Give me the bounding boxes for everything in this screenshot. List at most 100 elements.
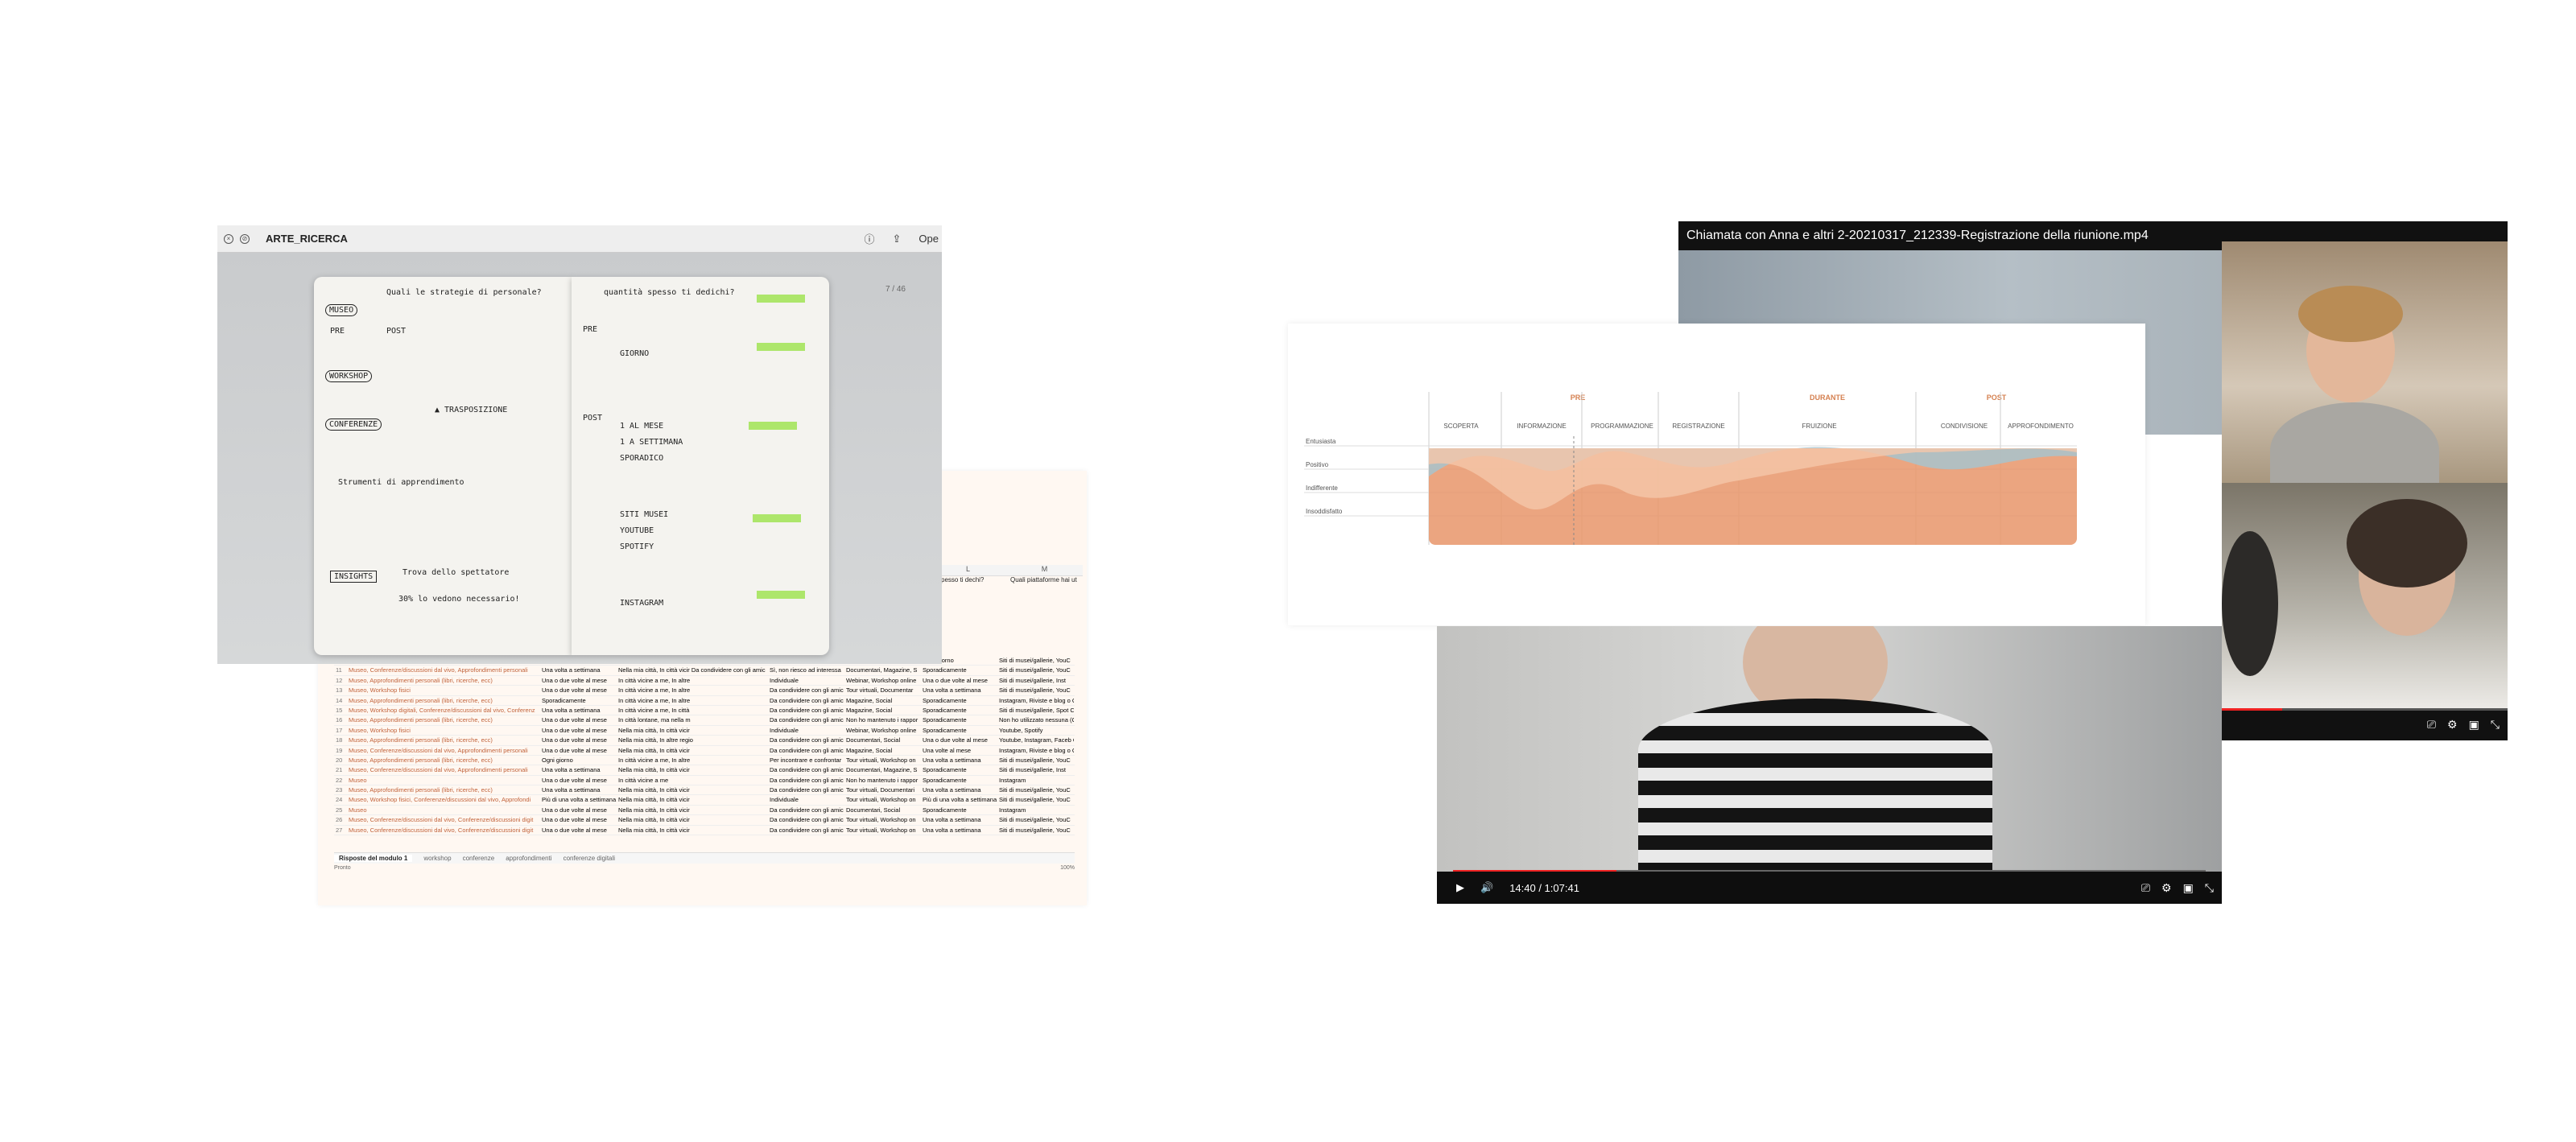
table-cell[interactable]: 19 — [334, 746, 347, 755]
table-cell[interactable]: Museo, Conferenze/discussioni dal vivo, … — [347, 746, 540, 755]
table-cell[interactable]: Tour virtuali, Workshop on — [844, 826, 921, 835]
table-cell[interactable]: Museo, Approfondimenti personali (libri,… — [347, 756, 540, 765]
table-cell[interactable]: Una volta a settimana — [540, 666, 617, 674]
info-icon[interactable]: ⓘ — [865, 231, 875, 246]
table-cell[interactable]: Instagram, Riviste e blog o C — [997, 746, 1074, 755]
subtitles-icon[interactable]: ⎚ — [2141, 881, 2150, 895]
table-cell[interactable]: In città vicine a me, In città — [617, 706, 768, 715]
table-cell[interactable]: Museo, Workshop digitali, Conferenze/dis… — [347, 706, 540, 715]
table-cell[interactable]: Magazine, Social — [844, 746, 921, 755]
table-cell[interactable]: In città vicine a me, In altre — [617, 696, 768, 705]
table-cell[interactable]: Ogni giorno — [540, 756, 617, 765]
table-cell[interactable]: Da condividere con gli amic — [768, 715, 844, 724]
sheet-tab[interactable]: conferenze digitali — [564, 855, 615, 862]
table-cell[interactable]: Webinar, Workshop online — [844, 726, 921, 735]
table-cell[interactable]: Una o due volte al mese — [540, 826, 617, 835]
table-cell[interactable]: Sporadicamente — [921, 706, 997, 715]
table-cell[interactable]: Siti di musei/gallerie, YouC — [997, 795, 1074, 804]
column-header-m[interactable]: M — [1006, 565, 1083, 576]
sheet-tab[interactable]: conferenze — [463, 855, 495, 862]
table-cell[interactable]: Nella mia città, In città vicir — [617, 826, 768, 835]
table-cell[interactable]: Sporadicamente — [921, 666, 997, 674]
miniplayer-icon[interactable]: ▣ — [2183, 881, 2194, 895]
table-cell[interactable]: Da condividere con gli amic — [768, 785, 844, 794]
table-cell[interactable]: Da condividere con gli amic — [768, 746, 844, 755]
sheet-tab[interactable]: approfondimenti — [506, 855, 551, 862]
table-cell[interactable]: Siti di musei/gallerie, YouC — [997, 815, 1074, 824]
table-row[interactable]: 27 Museo, Conferenze/discussioni dal vivo… — [334, 826, 1075, 836]
settings-icon[interactable]: ⚙ — [2447, 718, 2458, 732]
table-row[interactable]: 11 Museo, Conferenze/discussioni dal vivo… — [334, 666, 1075, 676]
table-cell[interactable]: Una o due volte al mese — [540, 676, 617, 685]
sheet-tab[interactable]: workshop — [423, 855, 451, 862]
table-cell[interactable]: Da condividere con gli amic — [768, 686, 844, 695]
miniplayer-icon[interactable]: ▣ — [2469, 718, 2479, 732]
table-cell[interactable]: Una o due volte al mese — [540, 736, 617, 744]
table-cell[interactable]: 11 — [334, 666, 347, 674]
table-cell[interactable]: Nella mia città, In città vicir — [617, 765, 768, 774]
table-cell[interactable]: Una volta a settimana — [921, 756, 997, 765]
table-cell[interactable]: Webinar, Workshop online — [844, 676, 921, 685]
table-row[interactable]: 12 Museo, Approfondimenti personali (libr… — [334, 676, 1075, 686]
table-cell[interactable]: Museo, Approfondimenti personali (libri,… — [347, 715, 540, 724]
table-cell[interactable]: Una volta a settimana — [921, 785, 997, 794]
video-progress-right[interactable] — [2222, 708, 2508, 711]
table-cell[interactable]: Documentari, Magazine, S — [844, 666, 921, 674]
table-cell[interactable]: Youtube, Instagram, Faceb C — [997, 736, 1074, 744]
table-cell[interactable]: 13 — [334, 686, 347, 695]
table-cell[interactable]: 15 — [334, 706, 347, 715]
table-cell[interactable]: Tour virtuali, Documentar — [844, 686, 921, 695]
table-cell[interactable]: Sporadicamente — [921, 726, 997, 735]
sheet-tab[interactable]: Risposte del modulo 1 — [334, 855, 413, 862]
table-cell[interactable]: Museo, Conferenze/discussioni dal vivo, … — [347, 666, 540, 674]
table-cell[interactable]: Una volta a settimana — [540, 765, 617, 774]
table-cell[interactable]: Sporadicamente — [921, 765, 997, 774]
table-cell[interactable]: Più di una volta a settimana — [540, 795, 617, 804]
table-cell[interactable]: 18 — [334, 736, 347, 744]
table-cell[interactable]: Siti di musei/gallerie, YouC — [997, 686, 1074, 695]
table-cell[interactable]: Nella mia città, In città vicir — [617, 806, 768, 814]
table-cell[interactable]: Siti di musei/gallerie, YouC — [997, 826, 1074, 835]
table-cell[interactable]: Siti di musei/gallerie, YouC — [997, 666, 1074, 674]
table-cell[interactable]: Documentari, Social — [844, 806, 921, 814]
table-cell[interactable]: Da condividere con gli amic — [768, 776, 844, 785]
table-cell[interactable]: In città vicine a me, In altre — [617, 756, 768, 765]
table-cell[interactable]: 27 — [334, 826, 347, 835]
table-cell[interactable]: Documentari, Magazine, S — [844, 765, 921, 774]
table-cell[interactable]: Tour virtuali, Workshop on — [844, 756, 921, 765]
table-cell[interactable]: Da condividere con gli amic — [768, 736, 844, 744]
header-cell-platforms[interactable]: Quali piattaforme hai ut — [1010, 576, 1079, 587]
table-cell[interactable]: Siti di musei/gallerie, Spot C — [997, 706, 1074, 715]
share-icon[interactable]: ⇪ — [893, 233, 902, 245]
table-cell[interactable]: Nella mia città, In città vicir — [617, 746, 768, 755]
table-cell[interactable]: 25 — [334, 806, 347, 814]
table-cell[interactable]: Youtube, Spotify — [997, 726, 1074, 735]
table-cell[interactable]: 21 — [334, 765, 347, 774]
block-icon[interactable]: ⊘ — [240, 233, 250, 244]
table-row[interactable]: 16 Museo, Approfondimenti personali (libr… — [334, 715, 1075, 726]
table-row[interactable]: 25 Museo Una o due volte al mese Nella mia … — [334, 806, 1075, 816]
table-cell[interactable]: Una volta a settimana — [921, 826, 997, 835]
table-cell[interactable]: Una volta a settimana — [540, 785, 617, 794]
table-row[interactable]: 14 Museo, Approfondimenti personali (libr… — [334, 696, 1075, 706]
close-icon[interactable]: × — [224, 233, 233, 244]
table-cell[interactable]: Una o due volte al mese — [540, 806, 617, 814]
table-cell[interactable]: Nella mia città, In città vicir — [617, 795, 768, 804]
table-cell[interactable]: Nella mia città, In città vicir — [617, 815, 768, 824]
table-cell[interactable]: Una o due volte al mese — [540, 776, 617, 785]
table-cell[interactable]: Una o due volte al mese — [540, 815, 617, 824]
table-cell[interactable]: Sì, non riesco ad interessa — [768, 666, 844, 674]
table-cell[interactable]: Sporadicamente — [921, 806, 997, 814]
settings-icon[interactable]: ⚙ — [2161, 881, 2172, 895]
table-cell[interactable]: Da condividere con gli amic — [768, 815, 844, 824]
table-cell[interactable]: In città vicine a me — [617, 776, 768, 785]
zoom-level[interactable]: 100% — [1060, 865, 1075, 875]
table-cell[interactable]: Museo, Workshop fisici — [347, 726, 540, 735]
table-cell[interactable]: Individuale — [768, 676, 844, 685]
table-cell[interactable]: Museo, Conferenze/discussioni dal vivo, … — [347, 815, 540, 824]
table-cell[interactable]: Una volte al mese — [921, 746, 997, 755]
table-cell[interactable]: In città vicine a me, In altre — [617, 676, 768, 685]
table-cell[interactable]: In città vicine a me, In altre — [617, 686, 768, 695]
table-cell[interactable]: Siti di musei/gallerie, Inst — [997, 765, 1074, 774]
table-cell[interactable]: Individuale — [768, 795, 844, 804]
